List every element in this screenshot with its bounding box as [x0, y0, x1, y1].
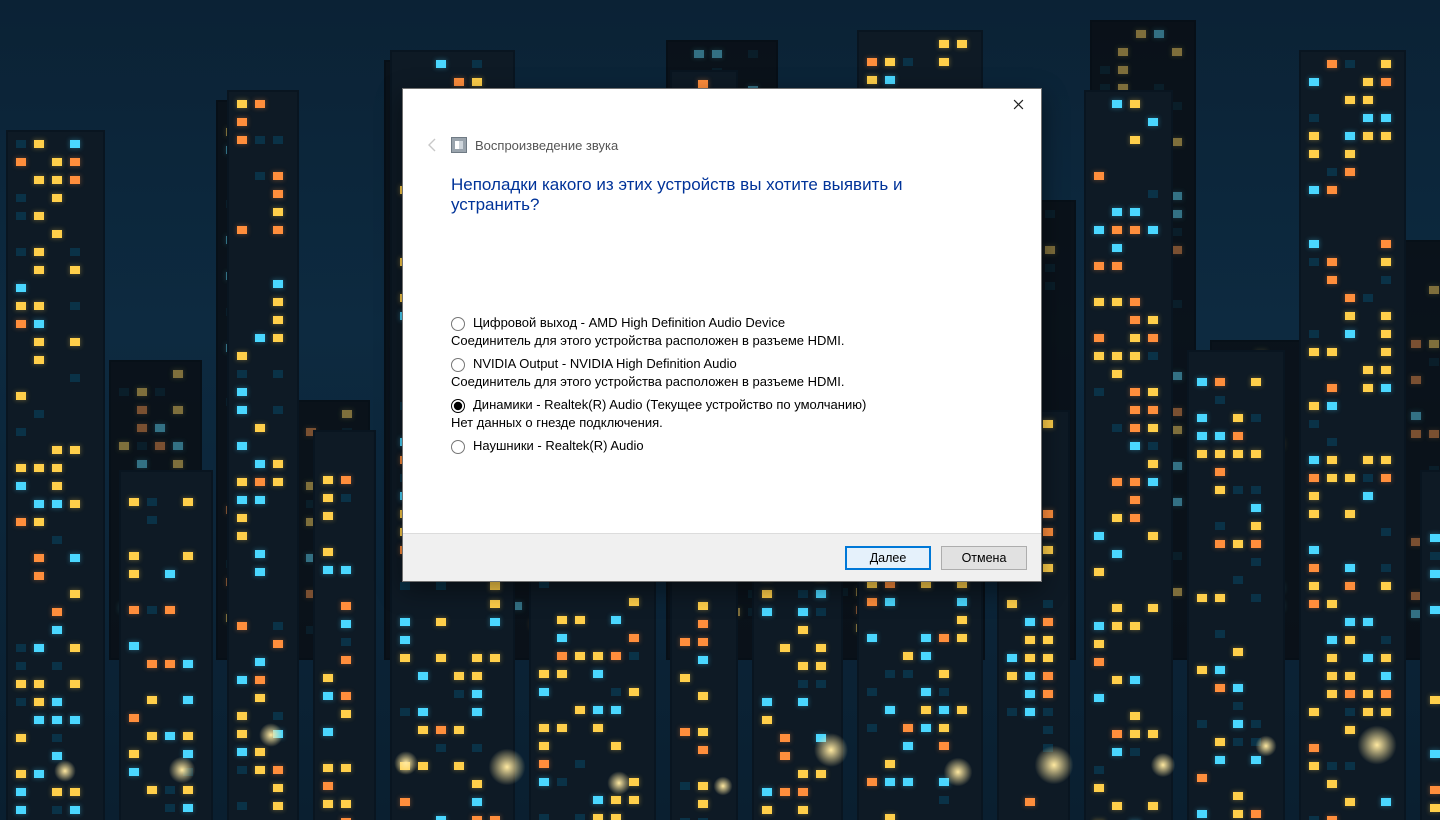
device-option[interactable]: NVIDIA Output - NVIDIA High Definition A… — [451, 350, 1017, 391]
device-radio[interactable] — [451, 440, 465, 454]
device-option[interactable]: Наушники - Realtek(R) Audio — [451, 432, 1017, 458]
device-radio[interactable] — [451, 358, 465, 372]
close-icon — [1013, 99, 1024, 110]
device-radio[interactable] — [451, 317, 465, 331]
device-list-scroll[interactable]: Цифровой выход - AMD High Definition Aud… — [451, 239, 1021, 519]
troubleshooter-icon — [451, 137, 467, 153]
device-radio[interactable] — [451, 399, 465, 413]
close-button[interactable] — [996, 89, 1041, 119]
troubleshooter-dialog: Воспроизведение звука Неполадки какого и… — [402, 88, 1042, 582]
back-arrow-icon — [425, 137, 441, 153]
dialog-footer: Далее Отмена — [403, 533, 1041, 581]
device-sublabel: Соединитель для этого устройства располо… — [451, 374, 1017, 389]
device-label: Цифровой выход - AMD High Definition Aud… — [473, 315, 785, 330]
dialog-title: Воспроизведение звука — [475, 138, 618, 153]
back-button[interactable] — [423, 135, 443, 155]
device-sublabel: Нет данных о гнезде подключения. — [451, 415, 1017, 430]
device-label: Наушники - Realtek(R) Audio — [473, 438, 644, 453]
cancel-button[interactable]: Отмена — [941, 546, 1027, 570]
dialog-heading: Неполадки какого из этих устройств вы хо… — [403, 165, 1041, 215]
dialog-header: Воспроизведение звука — [403, 89, 1041, 165]
device-sublabel: Соединитель для этого устройства располо… — [451, 333, 1017, 348]
device-label: NVIDIA Output - NVIDIA High Definition A… — [473, 356, 737, 371]
device-list: Цифровой выход - AMD High Definition Aud… — [451, 239, 1021, 519]
device-option[interactable]: Динамики - Realtek(R) Audio (Текущее уст… — [451, 391, 1017, 432]
device-label: Динамики - Realtek(R) Audio (Текущее уст… — [473, 397, 866, 412]
next-button[interactable]: Далее — [845, 546, 931, 570]
device-option[interactable]: Цифровой выход - AMD High Definition Aud… — [451, 309, 1017, 350]
